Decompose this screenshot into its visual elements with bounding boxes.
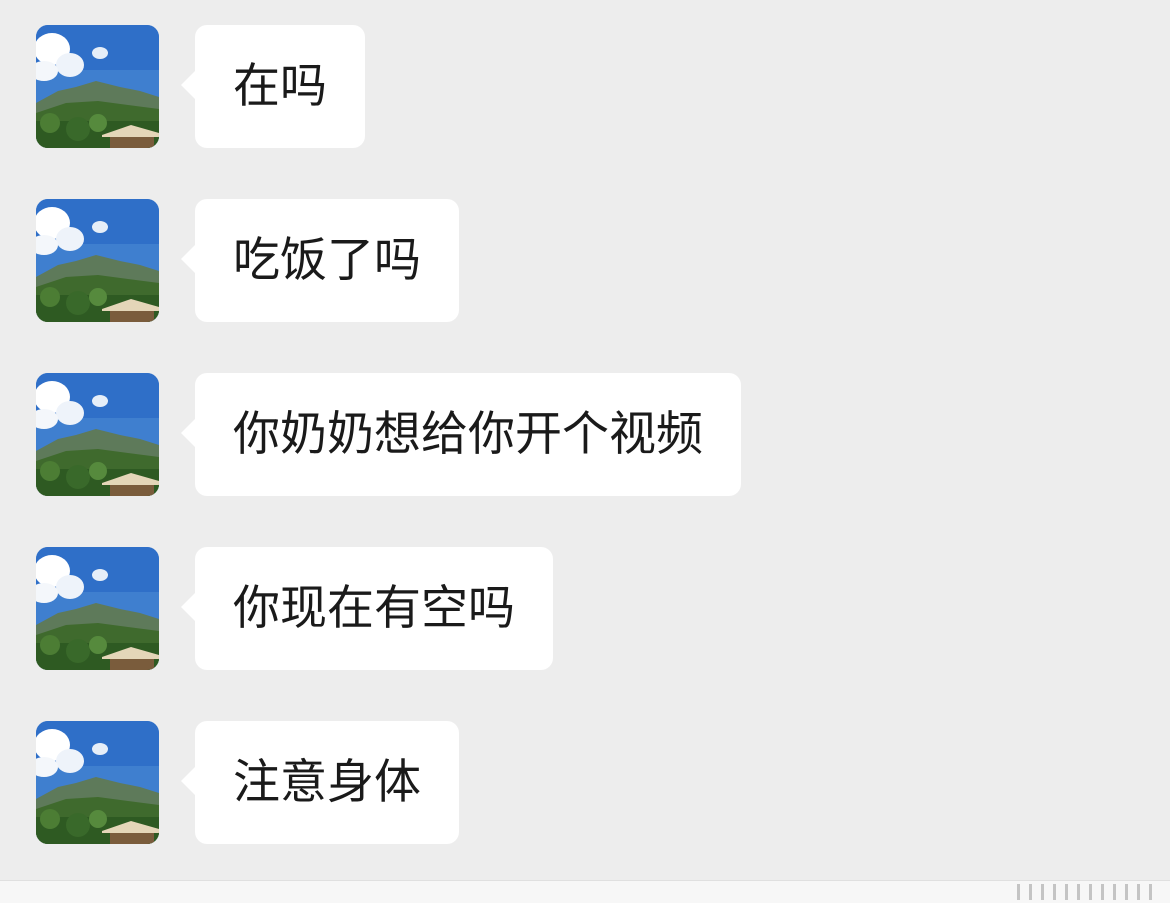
message-row: 你现在有空吗 [0,547,1170,671]
contact-avatar[interactable] [36,373,159,496]
contact-avatar[interactable] [36,25,159,148]
bottom-edge-bar [0,880,1170,903]
message-bubble[interactable]: 吃饭了吗 [181,199,459,322]
message-text: 在吗 [233,59,327,114]
message-row: 你奶奶想给你开个视频 [0,373,1170,497]
contact-avatar[interactable] [36,721,159,844]
message-bubble[interactable]: 你奶奶想给你开个视频 [181,373,741,496]
contact-avatar[interactable] [36,199,159,322]
message-text: 吃饭了吗 [233,233,421,288]
message-row: 注意身体 [0,721,1170,845]
contact-avatar[interactable] [36,547,159,670]
message-bubble[interactable]: 你现在有空吗 [181,547,553,670]
message-bubble[interactable]: 在吗 [181,25,365,148]
message-bubble[interactable]: 注意身体 [181,721,459,844]
watermark-marks [1017,884,1152,900]
message-row: 在吗 [0,25,1170,149]
message-text: 你奶奶想给你开个视频 [233,407,703,462]
message-text: 你现在有空吗 [233,581,515,636]
message-text: 注意身体 [233,755,421,810]
chat-message-list: 在吗 吃饭了吗 你奶奶想给你开个视频 你现在有空吗 注意身体 [0,0,1170,880]
message-row: 吃饭了吗 [0,199,1170,323]
